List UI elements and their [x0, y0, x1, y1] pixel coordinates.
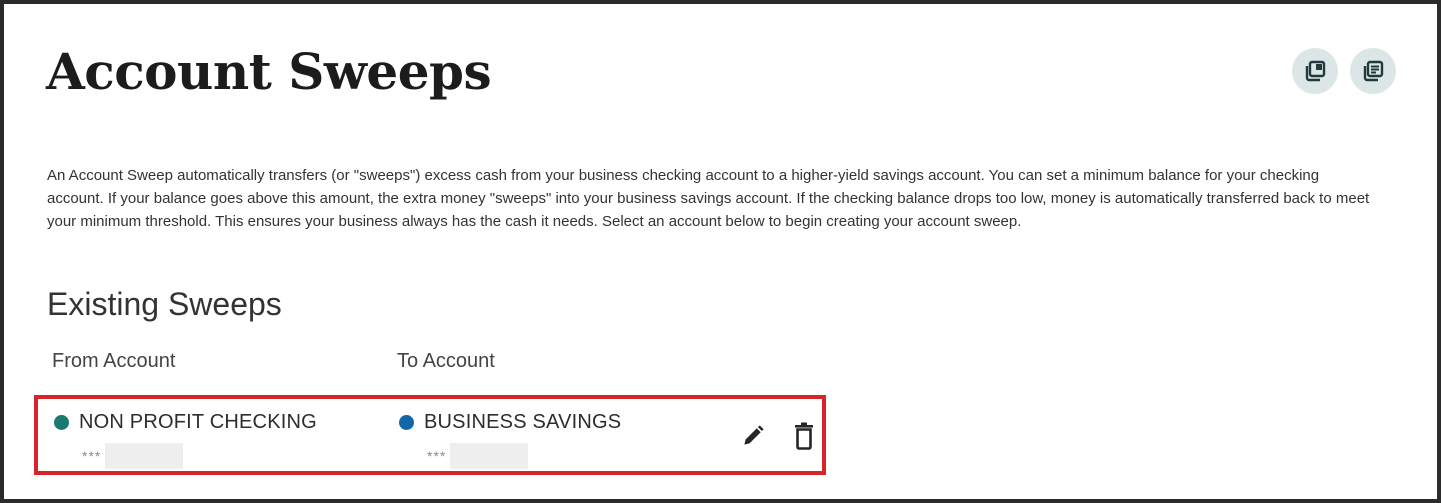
- from-account-column-header: From Account: [52, 350, 176, 372]
- page-frame: Account Sweeps An Account Sweep automati…: [0, 0, 1441, 503]
- to-account-name: BUSINESS SAVINGS: [424, 411, 622, 433]
- to-account-column-header: To Account: [397, 350, 495, 372]
- page-title: Account Sweeps: [46, 42, 492, 101]
- pencil-icon: [744, 425, 764, 445]
- from-account-name: NON PROFIT CHECKING: [79, 411, 317, 433]
- account-status-dot: [399, 415, 414, 430]
- delete-sweep-button[interactable]: [790, 421, 818, 451]
- trash-icon: [795, 422, 813, 450]
- document-button[interactable]: [1350, 48, 1396, 94]
- existing-sweeps-heading: Existing Sweeps: [47, 286, 282, 322]
- copy-icon: [1305, 60, 1326, 82]
- edit-sweep-button[interactable]: [739, 421, 767, 451]
- copy-button[interactable]: [1292, 48, 1338, 94]
- sweep-description: An Account Sweep automatically transfers…: [47, 167, 1370, 230]
- sweep-row[interactable]: NON PROFIT CHECKING *** BUSINESS SAVINGS…: [34, 395, 826, 475]
- account-status-dot: [54, 415, 69, 430]
- from-account: NON PROFIT CHECKING ***: [54, 411, 317, 469]
- document-icon: [1363, 60, 1384, 82]
- from-account-number: ***: [82, 448, 102, 464]
- to-account: BUSINESS SAVINGS ***: [399, 411, 621, 469]
- redacted-account-number: [450, 443, 529, 469]
- redacted-account-number: [105, 443, 184, 469]
- to-account-number: ***: [427, 448, 447, 464]
